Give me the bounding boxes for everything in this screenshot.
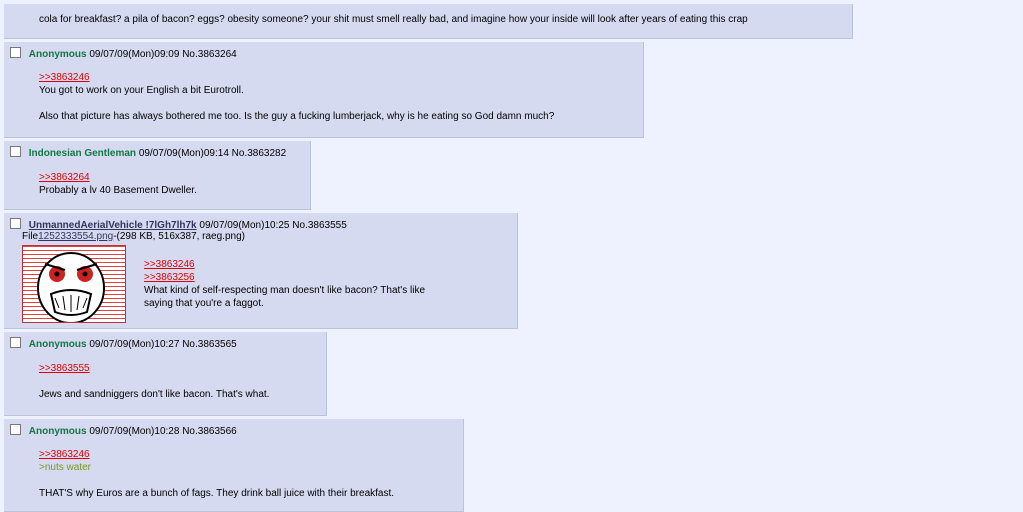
post-header: Anonymous 09/07/09(Mon)09:09 No.3863264 [10, 47, 237, 61]
poster-name: Indonesian Gentleman [28, 148, 137, 159]
post-datetime: 09/07/09(Mon)09:09 [89, 49, 180, 60]
quote-link[interactable]: >>3863246 [39, 71, 554, 84]
post-datetime: 09/07/09(Mon)09:14 [138, 148, 229, 159]
post-text-line: Also that picture has always bothered me… [39, 111, 555, 122]
post-reply: Indonesian Gentleman 09/07/09(Mon)09:14 … [4, 141, 311, 210]
delete-checkbox[interactable] [10, 47, 21, 58]
post-text-line: Probably a lv 40 Basement Dweller. [39, 185, 197, 196]
post-number[interactable]: No.3863566 [182, 426, 237, 437]
post-reply-with-image: UnmannedAerialVehicle !7lGh7lh7k 09/07/0… [4, 213, 518, 329]
post-datetime: 09/07/09(Mon)10:27 [89, 339, 180, 350]
greentext-line: >nuts water [39, 462, 91, 473]
quote-link[interactable]: >>3863264 [39, 171, 197, 184]
post-message: cola for breakfast? a pila of bacon? egg… [39, 13, 748, 26]
post-text-line: What kind of self-respecting man doesn't… [144, 285, 426, 296]
post-header: Anonymous 09/07/09(Mon)10:27 No.3863565 [10, 337, 237, 351]
poster-name[interactable]: UnmannedAerialVehicle !7lGh7lh7k [29, 220, 197, 231]
poster-name: Anonymous [28, 426, 87, 437]
post-text-line: saying that you're a faggot. [144, 298, 264, 309]
rage-face-icon [37, 252, 105, 322]
post-message: >>3863246 >>3863256 What kind of self-re… [144, 258, 425, 310]
quote-link[interactable]: >>3863256 [144, 271, 425, 284]
post-message: >>3863246 You got to work on your Englis… [39, 71, 554, 123]
post-header: Indonesian Gentleman 09/07/09(Mon)09:14 … [10, 146, 286, 160]
post-reply: Anonymous 09/07/09(Mon)10:28 No.3863566 … [4, 419, 464, 512]
file-link[interactable]: 1252333554.png [38, 231, 113, 242]
quote-link[interactable]: >>3863555 [39, 362, 269, 375]
poster-name: Anonymous [28, 49, 87, 60]
post-message: >>3863246 >nuts water THAT'S why Euros a… [39, 448, 394, 500]
quote-link[interactable]: >>3863246 [39, 448, 394, 461]
delete-checkbox[interactable] [10, 337, 21, 348]
delete-checkbox[interactable] [10, 146, 21, 157]
post-reply: Anonymous 09/07/09(Mon)09:09 No.3863264 … [4, 42, 644, 138]
post-text-line: Jews and sandniggers don't like bacon. T… [39, 389, 270, 400]
post-datetime: 09/07/09(Mon)10:28 [89, 426, 180, 437]
post-number[interactable]: No.3863565 [182, 339, 237, 350]
post-reply-truncated: cola for breakfast? a pila of bacon? egg… [4, 4, 853, 39]
file-label: File [22, 231, 39, 242]
post-number[interactable]: No.3863264 [182, 49, 237, 60]
post-number[interactable]: No.3863555 [292, 220, 347, 231]
post-reply: Anonymous 09/07/09(Mon)10:27 No.3863565 … [4, 332, 327, 416]
post-text-line: THAT'S why Euros are a bunch of fags. Th… [39, 488, 395, 499]
post-text-line: cola for breakfast? a pila of bacon? egg… [39, 14, 748, 25]
post-text-line: You got to work on your English a bit Eu… [39, 85, 244, 96]
file-meta: -(298 KB, 516x387, raeg.png) [113, 231, 245, 242]
quote-link[interactable]: >>3863246 [144, 258, 425, 271]
post-header: UnmannedAerialVehicle !7lGh7lh7k 09/07/0… [10, 218, 347, 232]
file-info: File1252333554.png-(298 KB, 516x387, rae… [22, 231, 245, 243]
delete-checkbox[interactable] [10, 424, 21, 435]
rage-face-thumbnail[interactable] [22, 245, 126, 323]
post-number[interactable]: No.3863282 [232, 148, 287, 159]
post-datetime: 09/07/09(Mon)10:25 [199, 220, 290, 231]
post-message: >>3863264 Probably a lv 40 Basement Dwel… [39, 171, 197, 197]
post-header: Anonymous 09/07/09(Mon)10:28 No.3863566 [10, 424, 237, 438]
post-message: >>3863555 Jews and sandniggers don't lik… [39, 362, 269, 401]
delete-checkbox[interactable] [10, 218, 21, 229]
poster-name: Anonymous [28, 339, 87, 350]
